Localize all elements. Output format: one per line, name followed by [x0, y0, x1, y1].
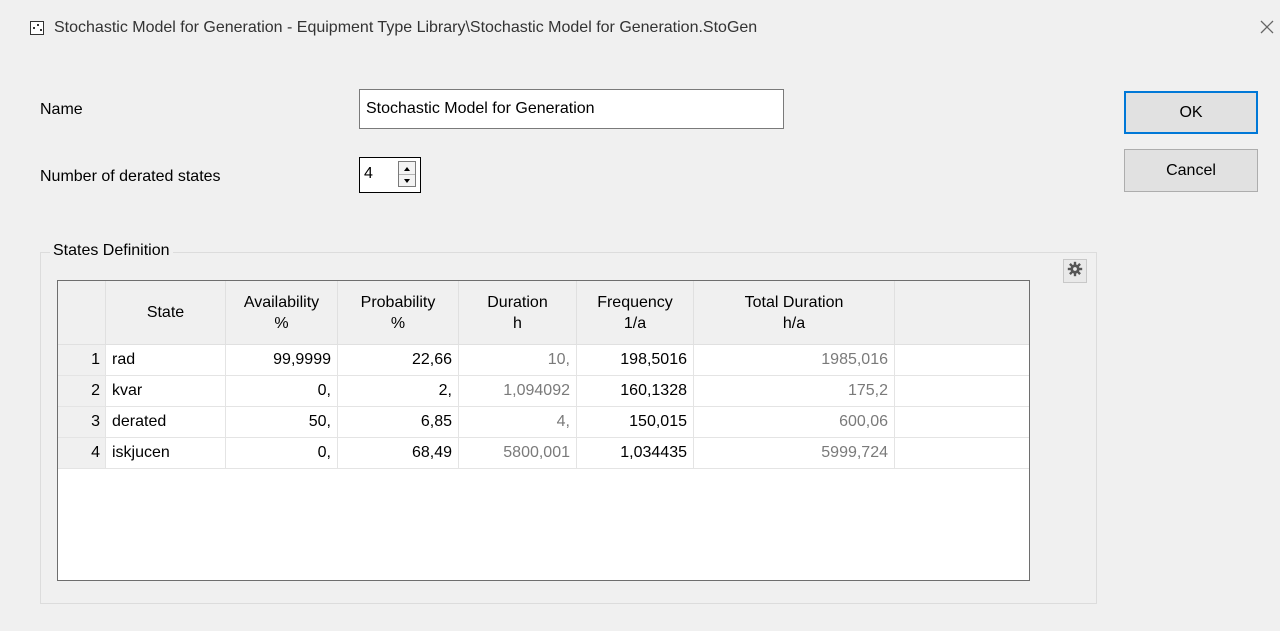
table-cell-probability[interactable]: 2,: [338, 376, 459, 407]
column-header-state[interactable]: State: [106, 281, 226, 345]
table-cell-total-duration[interactable]: 5999,724: [694, 438, 895, 469]
table-row-filler: [895, 345, 1029, 376]
cancel-button[interactable]: Cancel: [1124, 149, 1258, 192]
stepper-buttons: [398, 161, 416, 187]
dialog-icon: [30, 21, 44, 35]
states-table: State Availability % Probability % Durat…: [57, 280, 1030, 581]
row-number[interactable]: 1: [58, 345, 106, 376]
table-cell-state[interactable]: kvar: [106, 376, 226, 407]
row-number[interactable]: 4: [58, 438, 106, 469]
table-row-filler: [895, 438, 1029, 469]
table-cell-total-duration[interactable]: 600,06: [694, 407, 895, 438]
table-cell-frequency[interactable]: 198,5016: [577, 345, 694, 376]
derated-states-value[interactable]: 4: [364, 165, 373, 183]
states-definition-title: States Definition: [50, 242, 173, 260]
column-header-probability[interactable]: Probability %: [338, 281, 459, 345]
header-filler: [895, 281, 1029, 345]
table-empty-area: [58, 469, 1029, 580]
table-cell-duration[interactable]: 5800,001: [459, 438, 577, 469]
table-cell-probability[interactable]: 22,66: [338, 345, 459, 376]
table-settings-button[interactable]: [1063, 259, 1087, 283]
table-cell-availability[interactable]: 99,9999: [226, 345, 338, 376]
column-header-availability[interactable]: Availability %: [226, 281, 338, 345]
table-cell-probability[interactable]: 68,49: [338, 438, 459, 469]
title-bar: Stochastic Model for Generation - Equipm…: [0, 0, 1280, 62]
table-cell-duration[interactable]: 4,: [459, 407, 577, 438]
header-corner: [58, 281, 106, 345]
table-row-filler: [895, 376, 1029, 407]
table-cell-availability[interactable]: 0,: [226, 376, 338, 407]
table-cell-duration[interactable]: 1,094092: [459, 376, 577, 407]
derated-states-stepper[interactable]: 4: [359, 157, 421, 193]
table-cell-total-duration[interactable]: 1985,016: [694, 345, 895, 376]
window-title: Stochastic Model for Generation - Equipm…: [54, 19, 758, 36]
table-cell-total-duration[interactable]: 175,2: [694, 376, 895, 407]
table-cell-frequency[interactable]: 150,015: [577, 407, 694, 438]
column-header-total-duration[interactable]: Total Duration h/a: [694, 281, 895, 345]
table-row-filler: [895, 407, 1029, 438]
name-label: Name: [40, 101, 83, 118]
spin-down-icon[interactable]: [399, 174, 415, 186]
row-number[interactable]: 2: [58, 376, 106, 407]
table-cell-state[interactable]: derated: [106, 407, 226, 438]
table-cell-frequency[interactable]: 160,1328: [577, 376, 694, 407]
derated-states-label: Number of derated states: [40, 168, 221, 185]
name-input[interactable]: [359, 89, 784, 129]
close-icon[interactable]: [1254, 14, 1280, 40]
table-cell-availability[interactable]: 0,: [226, 438, 338, 469]
gear-icon: [1067, 261, 1083, 282]
row-number[interactable]: 3: [58, 407, 106, 438]
table-cell-availability[interactable]: 50,: [226, 407, 338, 438]
column-header-duration[interactable]: Duration h: [459, 281, 577, 345]
table-cell-frequency[interactable]: 1,034435: [577, 438, 694, 469]
column-header-frequency[interactable]: Frequency 1/a: [577, 281, 694, 345]
table-cell-state[interactable]: iskjucen: [106, 438, 226, 469]
table-cell-probability[interactable]: 6,85: [338, 407, 459, 438]
table-cell-duration[interactable]: 10,: [459, 345, 577, 376]
ok-button[interactable]: OK: [1124, 91, 1258, 134]
table-cell-state[interactable]: rad: [106, 345, 226, 376]
